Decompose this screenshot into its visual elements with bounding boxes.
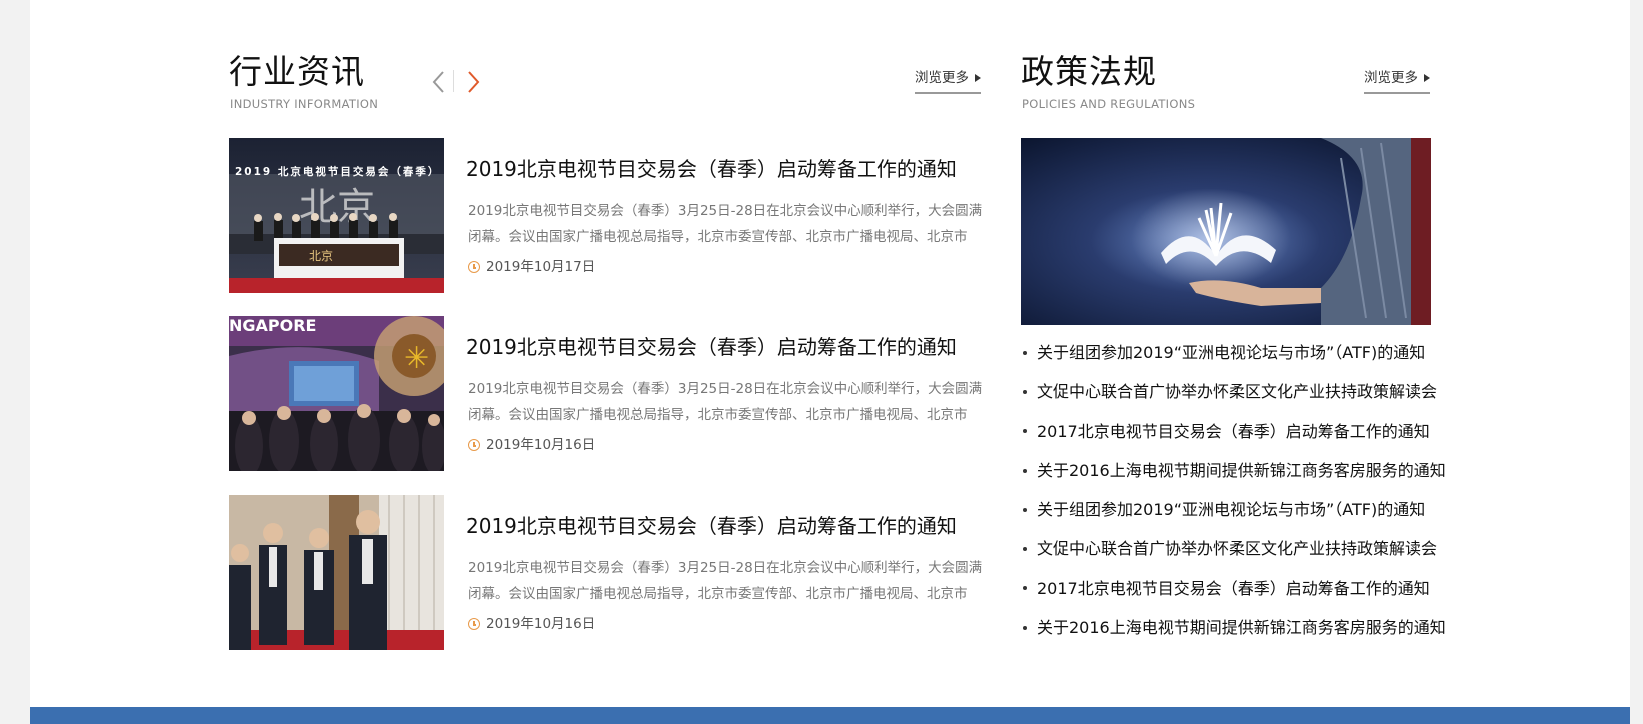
next-arrow-icon[interactable]	[464, 69, 482, 95]
news-description: 2019北京电视节目交易会（春季）3月25日-28日在北京会议中心顺利举行，大会…	[468, 381, 983, 423]
policy-list-item[interactable]: 关于组团参加2019“亚洲电视论坛与市场”（ATF)的通知	[1021, 333, 1441, 372]
news-date-text: 2019年10月17日	[486, 259, 596, 275]
bullet-icon	[1023, 429, 1027, 434]
news-description: 2019北京电视节目交易会（春季）3月25日-28日在北京会议中心顺利举行，大会…	[468, 560, 983, 602]
arrow-divider	[453, 70, 454, 92]
footer-bar	[30, 707, 1630, 724]
news-description: 2019北京电视节目交易会（春季）3月25日-28日在北京会议中心顺利举行，大会…	[468, 203, 983, 245]
policy-section-title: 政策法规	[1021, 52, 1157, 91]
clock-icon	[468, 439, 480, 451]
news-item[interactable]: 2019北京电视节目交易会（春季）启动筹备工作的通知 2019北京电视节目交易会…	[229, 495, 989, 650]
policy-more-label: 浏览更多	[1364, 70, 1418, 86]
policy-list-item[interactable]: 关于2016上海电视节期间提供新锦江商务客房服务的通知	[1021, 451, 1446, 490]
news-item[interactable]: ✳ NGAPORE 2019北京电视节目交易会（春季）启动筹备工作的通知 201…	[229, 316, 989, 471]
bullet-icon	[1023, 586, 1027, 591]
bullet-icon	[1023, 389, 1027, 394]
bullet-icon	[1023, 547, 1027, 552]
policy-list-item[interactable]: 文促中心联合首广协举办怀柔区文化产业扶持政策解读会	[1021, 372, 1441, 411]
policy-list-item[interactable]: 关于组团参加2019“亚洲电视论坛与市场”（ATF)的通知	[1021, 490, 1441, 529]
policy-banner-image[interactable]	[1021, 138, 1431, 325]
policy-item-text[interactable]: 文促中心联合首广协举办怀柔区文化产业扶持政策解读会	[1037, 529, 1437, 568]
bullet-icon	[1023, 507, 1027, 512]
caret-right-icon	[975, 74, 981, 82]
policy-item-text[interactable]: 2017北京电视节目交易会（春季）启动筹备工作的通知	[1037, 569, 1430, 608]
news-thumbnail[interactable]: ✳ NGAPORE	[229, 316, 444, 471]
policy-list-item[interactable]: 2017北京电视节目交易会（春季）启动筹备工作的通知	[1021, 569, 1441, 608]
news-title[interactable]: 2019北京电视节目交易会（春季）启动筹备工作的通知	[466, 156, 957, 182]
news-item[interactable]: 北京 北京 2019 北京电视节目交易会（春季） 2019北京电视节目交易会（春…	[229, 138, 989, 293]
bullet-icon	[1023, 468, 1027, 473]
policy-list-item[interactable]: 2017北京电视节目交易会（春季）启动筹备工作的通知	[1021, 412, 1441, 451]
news-date: 2019年10月16日	[468, 436, 595, 454]
news-thumbnail[interactable]	[229, 495, 444, 650]
bullet-icon	[1023, 350, 1027, 355]
news-date-text: 2019年10月16日	[486, 437, 596, 453]
industry-more-label: 浏览更多	[915, 70, 969, 86]
clock-icon	[468, 618, 480, 630]
news-title[interactable]: 2019北京电视节目交易会（春季）启动筹备工作的通知	[466, 334, 957, 360]
industry-section-title: 行业资讯	[229, 52, 365, 91]
svg-text:✳: ✳	[404, 341, 429, 376]
policy-item-text[interactable]: 关于2016上海电视节期间提供新锦江商务客房服务的通知	[1037, 608, 1446, 647]
banner-text: NGAPORE	[229, 316, 317, 335]
policy-item-text[interactable]: 关于2016上海电视节期间提供新锦江商务客房服务的通知	[1037, 451, 1446, 490]
news-title[interactable]: 2019北京电视节目交易会（春季）启动筹备工作的通知	[466, 513, 957, 539]
policy-list-item[interactable]: 文促中心联合首广协举办怀柔区文化产业扶持政策解读会	[1021, 529, 1441, 568]
news-date: 2019年10月16日	[468, 615, 595, 633]
caret-right-icon	[1424, 74, 1430, 82]
news-date-text: 2019年10月16日	[486, 616, 596, 632]
policy-section-subtitle: POLICIES AND REGULATIONS	[1022, 97, 1196, 111]
news-thumbnail[interactable]: 北京 北京 2019 北京电视节目交易会（春季）	[229, 138, 444, 293]
policy-item-text[interactable]: 关于组团参加2019“亚洲电视论坛与市场”（ATF)的通知	[1037, 333, 1425, 372]
news-date: 2019年10月17日	[468, 258, 595, 276]
policy-list-item[interactable]: 关于2016上海电视节期间提供新锦江商务客房服务的通知	[1021, 608, 1446, 647]
prev-arrow-icon[interactable]	[430, 69, 448, 95]
svg-text:北京: 北京	[309, 249, 333, 263]
industry-more-link[interactable]: 浏览更多	[915, 68, 981, 94]
policy-item-text[interactable]: 关于组团参加2019“亚洲电视论坛与市场”（ATF)的通知	[1037, 490, 1425, 529]
policy-item-text[interactable]: 2017北京电视节目交易会（春季）启动筹备工作的通知	[1037, 412, 1430, 451]
bullet-icon	[1023, 625, 1027, 630]
policy-item-text[interactable]: 文促中心联合首广协举办怀柔区文化产业扶持政策解读会	[1037, 372, 1437, 411]
policy-list: 关于组团参加2019“亚洲电视论坛与市场”（ATF)的通知 文促中心联合首广协举…	[1021, 333, 1446, 647]
industry-section-subtitle: INDUSTRY INFORMATION	[230, 97, 379, 111]
banner-text: 2019 北京电视节目交易会（春季）	[235, 166, 441, 178]
policy-more-link[interactable]: 浏览更多	[1364, 68, 1430, 94]
clock-icon	[468, 261, 480, 273]
